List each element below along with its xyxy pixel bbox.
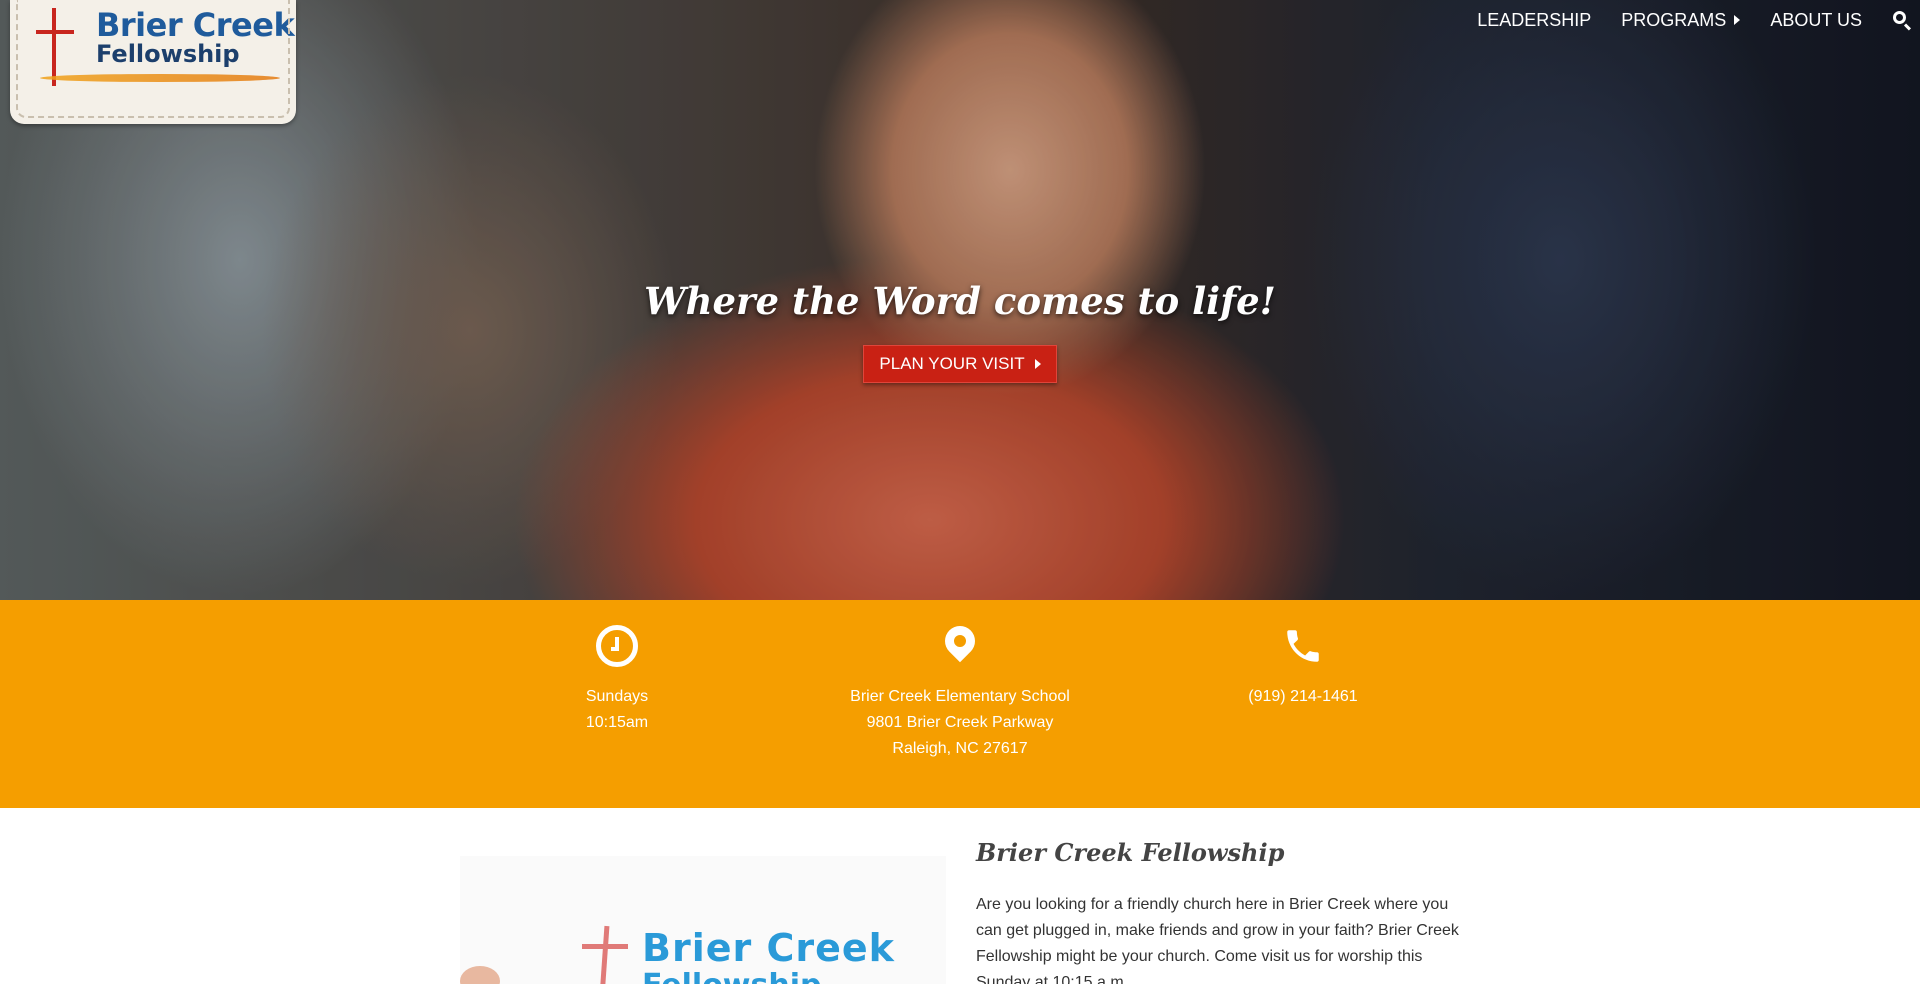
section-body: Are you looking for a friendly church he… [976, 896, 1459, 984]
service-time: Sundays 10:15am [467, 600, 767, 736]
hand-shape [460, 966, 500, 984]
phone-icon [1287, 630, 1319, 662]
nav-item-leadership[interactable]: LEADERSHIP [1477, 10, 1591, 31]
location-street: 9801 Brier Creek Parkway [866, 714, 1054, 731]
main-nav: LEADERSHIP PROGRAMS ABOUT US [1477, 0, 1920, 40]
logo-swoosh [40, 74, 280, 82]
site-logo[interactable]: Brier Creek Fellowship [10, 0, 296, 124]
phone-number[interactable]: (919) 214-1461 [1153, 684, 1453, 710]
search-icon-handle [1903, 23, 1912, 31]
church-logo-image: Brier Creek Fellowship [460, 856, 946, 984]
cross-bar [36, 30, 74, 34]
info-bar: Sundays 10:15am Brier Creek Elementary S… [0, 600, 1920, 808]
location-name: Brier Creek Elementary School [850, 688, 1070, 705]
cross-bar [582, 944, 628, 949]
hero-title: Where the Word comes to life! [644, 279, 1276, 323]
section-title: Brier Creek Fellowship [976, 838, 1285, 867]
image-logo-line1: Brier Creek [642, 926, 895, 970]
search-icon-ring [1893, 11, 1906, 24]
map-pin-icon [938, 619, 982, 663]
cta-label: PLAN YOUR VISIT [879, 354, 1025, 373]
service-day: Sundays [585, 688, 649, 705]
nav-item-programs[interactable]: PROGRAMS [1621, 9, 1741, 31]
hero-banner: Brier Creek Fellowship LEADERSHIP PROGRA… [0, 0, 1920, 600]
cross-icon [599, 925, 610, 984]
nav-label: PROGRAMS [1621, 9, 1727, 30]
caret-right-icon [1734, 15, 1741, 25]
nav-label: ABOUT US [1770, 9, 1862, 30]
contact-phone: (919) 214-1461 [1153, 600, 1453, 710]
cross-icon [52, 8, 56, 86]
location: Brier Creek Elementary School 9801 Brier… [810, 600, 1110, 762]
location-city: Raleigh, NC 27617 [892, 740, 1028, 757]
nav-label: LEADERSHIP [1477, 9, 1592, 30]
service-hour: 10:15am [585, 714, 649, 731]
caret-right-icon [1034, 359, 1041, 369]
clock-icon [596, 625, 638, 667]
plan-your-visit-button[interactable]: PLAN YOUR VISIT [863, 345, 1057, 383]
nav-item-about-us[interactable]: ABOUT US [1770, 10, 1862, 31]
search-icon[interactable] [1892, 10, 1912, 31]
image-logo-line2: Fellowship [642, 968, 822, 984]
logo-text-line2: Fellowship [96, 40, 240, 68]
logo-text-line1: Brier Creek [96, 6, 295, 44]
